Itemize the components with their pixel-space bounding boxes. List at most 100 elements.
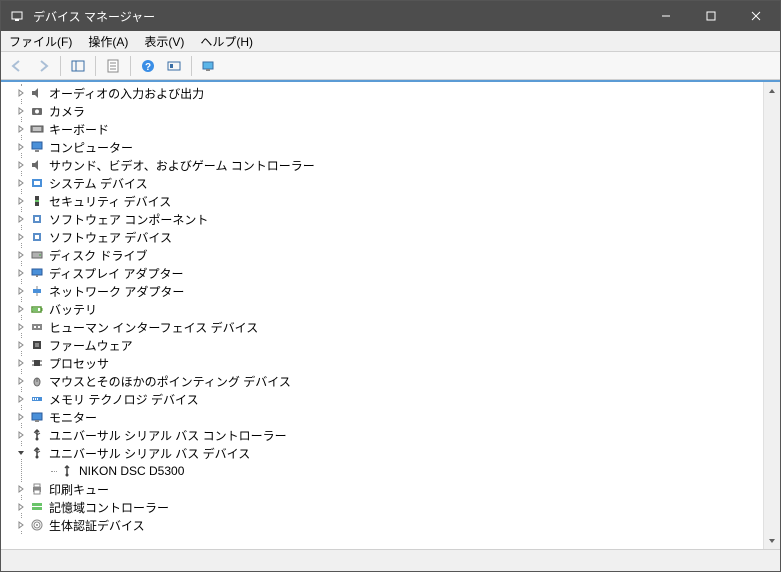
battery-icon bbox=[29, 301, 45, 317]
chevron-right-icon[interactable] bbox=[15, 501, 27, 513]
tree-node[interactable]: オーディオの入力および出力 bbox=[7, 84, 763, 102]
tree-node[interactable]: ディスク ドライブ bbox=[7, 246, 763, 264]
vertical-scrollbar[interactable] bbox=[763, 82, 780, 549]
titlebar[interactable]: デバイス マネージャー bbox=[1, 1, 780, 31]
usb-dev-icon bbox=[59, 463, 75, 479]
scroll-up-button[interactable] bbox=[764, 82, 780, 99]
forward-button[interactable] bbox=[31, 54, 55, 78]
status-bar bbox=[1, 549, 780, 571]
tree-node-label: マウスとそのほかのポインティング デバイス bbox=[49, 373, 291, 390]
window-controls bbox=[643, 1, 778, 31]
tree-node[interactable]: マウスとそのほかのポインティング デバイス bbox=[7, 372, 763, 390]
system-icon bbox=[29, 175, 45, 191]
tree-node-label: モニター bbox=[49, 409, 97, 426]
tree-node[interactable]: 印刷キュー bbox=[7, 480, 763, 498]
tree-node[interactable]: キーボード bbox=[7, 120, 763, 138]
tree-node-label: ネットワーク アダプター bbox=[49, 283, 184, 300]
tree-node[interactable]: カメラ bbox=[7, 102, 763, 120]
chevron-right-icon[interactable] bbox=[15, 393, 27, 405]
tree-node-label: ファームウェア bbox=[49, 337, 133, 354]
device-manager-window: デバイス マネージャー ファイル(F) 操作(A) 表示(V) ヘルプ(H) ?… bbox=[0, 0, 781, 572]
minimize-button[interactable] bbox=[643, 1, 688, 31]
chevron-right-icon[interactable] bbox=[15, 519, 27, 531]
tree-node-label: NIKON DSC D5300 bbox=[79, 464, 184, 478]
tree-node-label: プロセッサ bbox=[49, 355, 109, 372]
tree-node[interactable]: ヒューマン インターフェイス デバイス bbox=[7, 318, 763, 336]
tree-child-node[interactable]: NIKON DSC D5300 bbox=[7, 462, 763, 480]
toolbar: ? bbox=[1, 52, 780, 80]
toolbar-separator bbox=[191, 56, 192, 76]
tree-node-label: ソフトウェア デバイス bbox=[49, 229, 172, 246]
chevron-right-icon[interactable] bbox=[15, 303, 27, 315]
audio-icon bbox=[29, 85, 45, 101]
menu-view[interactable]: 表示(V) bbox=[136, 31, 192, 52]
chevron-right-icon[interactable] bbox=[15, 429, 27, 441]
scan-hardware-button[interactable] bbox=[162, 54, 186, 78]
chevron-right-icon[interactable] bbox=[15, 321, 27, 333]
disk-icon bbox=[29, 247, 45, 263]
menu-file[interactable]: ファイル(F) bbox=[1, 31, 80, 52]
chevron-right-icon[interactable] bbox=[15, 483, 27, 495]
tree-node[interactable]: サウンド、ビデオ、およびゲーム コントローラー bbox=[7, 156, 763, 174]
tree-node[interactable]: 記憶域コントローラー bbox=[7, 498, 763, 516]
chevron-right-icon[interactable] bbox=[15, 87, 27, 99]
chevron-right-icon[interactable] bbox=[15, 285, 27, 297]
tree-node[interactable]: ファームウェア bbox=[7, 336, 763, 354]
chevron-right-icon[interactable] bbox=[15, 267, 27, 279]
computer-icon bbox=[29, 139, 45, 155]
chevron-right-icon[interactable] bbox=[15, 141, 27, 153]
tree-node-label: バッテリ bbox=[49, 301, 97, 318]
properties-button[interactable] bbox=[101, 54, 125, 78]
memory-icon bbox=[29, 391, 45, 407]
scroll-down-button[interactable] bbox=[764, 532, 780, 549]
window-title: デバイス マネージャー bbox=[33, 8, 643, 25]
tree-node[interactable]: セキュリティ デバイス bbox=[7, 192, 763, 210]
tree-node-label: セキュリティ デバイス bbox=[49, 193, 171, 210]
chevron-right-icon[interactable] bbox=[15, 231, 27, 243]
chevron-right-icon[interactable] bbox=[15, 159, 27, 171]
tree-node[interactable]: ディスプレイ アダプター bbox=[7, 264, 763, 282]
menu-help[interactable]: ヘルプ(H) bbox=[192, 31, 261, 52]
device-tree[interactable]: オーディオの入力および出力カメラキーボードコンピューターサウンド、ビデオ、および… bbox=[1, 82, 763, 549]
software-icon bbox=[29, 229, 45, 245]
chevron-right-icon[interactable] bbox=[15, 411, 27, 423]
keyboard-icon bbox=[29, 121, 45, 137]
show-hide-tree-button[interactable] bbox=[66, 54, 90, 78]
chevron-right-icon[interactable] bbox=[15, 339, 27, 351]
chevron-right-icon[interactable] bbox=[15, 195, 27, 207]
tree-node[interactable]: ユニバーサル シリアル バス コントローラー bbox=[7, 426, 763, 444]
tree-node[interactable]: 生体認証デバイス bbox=[7, 516, 763, 534]
chevron-right-icon[interactable] bbox=[15, 177, 27, 189]
chevron-right-icon[interactable] bbox=[15, 123, 27, 135]
tree-node[interactable]: ソフトウェア デバイス bbox=[7, 228, 763, 246]
tree-node-label: ソフトウェア コンポーネント bbox=[49, 211, 208, 228]
chevron-right-icon[interactable] bbox=[15, 213, 27, 225]
chevron-right-icon[interactable] bbox=[15, 375, 27, 387]
tree-node[interactable]: ネットワーク アダプター bbox=[7, 282, 763, 300]
app-icon bbox=[9, 8, 25, 24]
tree-node-label: ユニバーサル シリアル バス コントローラー bbox=[49, 427, 287, 444]
toolbar-separator bbox=[130, 56, 131, 76]
tree-node[interactable]: ユニバーサル シリアル バス デバイス bbox=[7, 444, 763, 462]
display-icon bbox=[29, 265, 45, 281]
tree-node[interactable]: コンピューター bbox=[7, 138, 763, 156]
tree-node[interactable]: バッテリ bbox=[7, 300, 763, 318]
tree-node-label: オーディオの入力および出力 bbox=[49, 85, 204, 102]
back-button[interactable] bbox=[5, 54, 29, 78]
tree-node[interactable]: システム デバイス bbox=[7, 174, 763, 192]
processor-icon bbox=[29, 355, 45, 371]
chevron-down-icon[interactable] bbox=[15, 447, 27, 459]
maximize-button[interactable] bbox=[688, 1, 733, 31]
chevron-right-icon[interactable] bbox=[15, 357, 27, 369]
tree-node-label: サウンド、ビデオ、およびゲーム コントローラー bbox=[49, 157, 315, 174]
tree-node[interactable]: ソフトウェア コンポーネント bbox=[7, 210, 763, 228]
tree-node[interactable]: プロセッサ bbox=[7, 354, 763, 372]
help-button[interactable]: ? bbox=[136, 54, 160, 78]
close-button[interactable] bbox=[733, 1, 778, 31]
menu-action[interactable]: 操作(A) bbox=[80, 31, 136, 52]
tree-node[interactable]: モニター bbox=[7, 408, 763, 426]
chevron-right-icon[interactable] bbox=[15, 105, 27, 117]
show-hidden-button[interactable] bbox=[197, 54, 221, 78]
tree-node[interactable]: メモリ テクノロジ デバイス bbox=[7, 390, 763, 408]
chevron-right-icon[interactable] bbox=[15, 249, 27, 261]
